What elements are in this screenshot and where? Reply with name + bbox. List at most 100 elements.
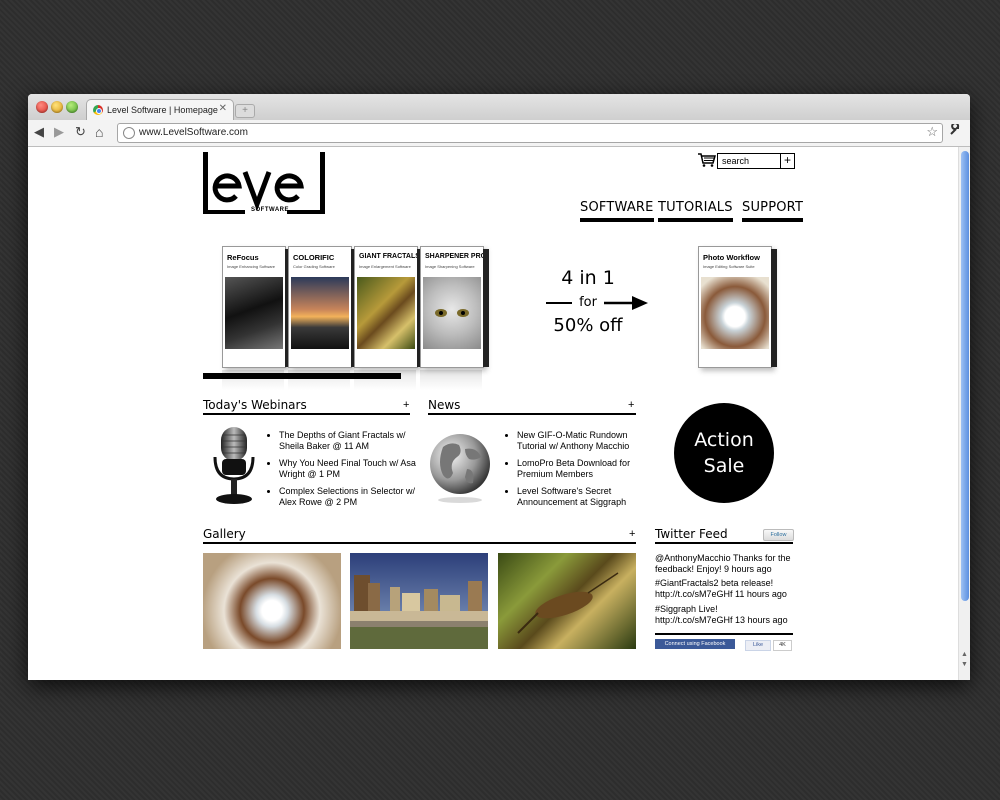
browser-window: Level Software | Homepage ✕ + ◀ ▶ ↻ ⌂ ww… [28, 94, 970, 680]
product-name: GIANT FRACTALS [359, 253, 420, 260]
news-expand-button[interactable]: + [628, 399, 634, 411]
product-photo [225, 277, 283, 349]
promo-underline [203, 373, 401, 379]
nav-support-label: SUPPORT [742, 200, 804, 215]
offer-line2: for [579, 295, 597, 310]
product-subtitle: Image Editing Software Suite [703, 264, 755, 269]
wrench-icon[interactable] [949, 122, 961, 139]
back-icon[interactable]: ◀ [34, 125, 44, 139]
webinar-item[interactable]: Complex Selections in Selector w/ Alex R… [279, 486, 429, 508]
webinar-item[interactable]: Why You Need Final Touch w/ Asa Wright @… [279, 458, 429, 480]
tweet: #Siggraph Live! http://t.co/sM7eGHf 13 h… [655, 604, 795, 626]
twitter-rule [655, 542, 793, 544]
vertical-scrollbar[interactable]: ▲ ▼ [958, 147, 970, 680]
home-icon[interactable]: ⌂ [95, 125, 103, 139]
facebook-like-button[interactable]: Like [745, 640, 771, 651]
globe-icon [123, 127, 135, 139]
webinar-item[interactable]: The Depths of Giant Fractals w/ Sheila B… [279, 430, 429, 452]
nav-tutorials-label: TUTORIALS [658, 200, 733, 215]
product-name: SHARPENER PRO [425, 253, 487, 260]
gallery-expand-button[interactable]: + [629, 528, 635, 540]
tweet: @AnthonyMacchio Thanks for the feedback!… [655, 553, 795, 575]
product-box-colorific[interactable]: COLORIFIC Color Grading Software [288, 246, 357, 390]
action-sale-button[interactable]: Action Sale [674, 403, 774, 503]
nav-software[interactable]: SOFTWARE [580, 200, 654, 222]
offer-line1: 4 in 1 [561, 267, 615, 289]
product-box-giant-fractals[interactable]: GIANT FRACTALS Image Enlargement Softwar… [354, 246, 423, 390]
bookmark-star-icon[interactable]: ☆ [926, 124, 938, 140]
page-viewport: SOFTWARE + SOFTWARE TUTORIALS SUPP [28, 147, 958, 680]
product-photo [357, 277, 415, 349]
gallery-rule [203, 542, 636, 544]
scroll-down-icon[interactable]: ▼ [961, 661, 968, 668]
offer-line3: 50% off [553, 315, 623, 336]
nav-underline [658, 218, 733, 222]
nav-underline [580, 218, 654, 222]
product-box-refocus[interactable]: ReFocus Image Enhancing Software [222, 246, 291, 390]
gallery-heading: Gallery [203, 527, 246, 541]
action-sale-line1: Action [694, 429, 754, 451]
bundle-offer[interactable]: 4 in 1 for 50% off [538, 267, 678, 347]
browser-titlebar: Level Software | Homepage ✕ + [28, 94, 970, 121]
scroll-up-icon[interactable]: ▲ [961, 651, 968, 658]
zoom-window-button[interactable] [66, 101, 78, 113]
action-sale-line2: Sale [703, 455, 745, 477]
minimize-window-button[interactable] [51, 101, 63, 113]
nav-underline [742, 218, 804, 222]
product-photo [423, 277, 481, 349]
level-logo[interactable]: SOFTWARE [203, 152, 329, 222]
logo-subtitle: SOFTWARE [251, 207, 289, 213]
product-photo [701, 277, 769, 349]
forward-icon[interactable]: ▶ [54, 125, 64, 139]
news-item[interactable]: LomoPro Beta Download for Premium Member… [517, 458, 657, 480]
product-photo [291, 277, 349, 349]
chrome-favicon-icon [93, 105, 103, 115]
product-name: Photo Workflow [703, 253, 760, 262]
product-subtitle: Image Enlargement Software [359, 264, 411, 269]
tab-title: Level Software | Homepage [107, 105, 218, 115]
webinars-list: The Depths of Giant Fractals w/ Sheila B… [266, 430, 429, 514]
url-text[interactable]: www.LevelSoftware.com [139, 127, 248, 138]
reload-icon[interactable]: ↻ [75, 125, 86, 139]
scrollbar-thumb[interactable] [961, 151, 969, 601]
news-heading: News [428, 398, 461, 412]
news-list: New GIF-O-Matic Rundown Tutorial w/ Anth… [504, 430, 657, 514]
tweet-handle[interactable]: #Siggraph [655, 604, 696, 614]
tweet-handle[interactable]: @AnthonyMacchio [655, 553, 731, 563]
tweet: #GiantFractals2 beta release! http://t.c… [655, 578, 795, 600]
twitter-heading: Twitter Feed [655, 527, 728, 541]
product-name: ReFocus [227, 253, 259, 262]
webinars-expand-button[interactable]: + [403, 399, 409, 411]
news-item[interactable]: Level Software's Secret Announcement at … [517, 486, 657, 508]
twitter-follow-button[interactable]: Follow [763, 529, 794, 541]
product-box-sharpener-pro[interactable]: SHARPENER PRO Image Sharpening Software [420, 246, 489, 390]
gallery-image-city-skyline[interactable] [350, 553, 488, 649]
nav-support[interactable]: SUPPORT [742, 200, 804, 222]
shopping-cart-icon[interactable] [698, 153, 716, 172]
close-window-button[interactable] [36, 101, 48, 113]
nav-tutorials[interactable]: TUTORIALS [658, 200, 733, 222]
twitter-bottom-rule [655, 633, 793, 635]
search-submit-button[interactable]: + [780, 154, 794, 168]
microphone-icon [211, 427, 257, 507]
globe-icon [429, 429, 491, 505]
news-rule [428, 413, 636, 415]
product-subtitle: Color Grading Software [293, 264, 335, 269]
product-subtitle: Image Sharpening Software [425, 264, 475, 269]
search-input[interactable] [718, 154, 780, 168]
browser-tab[interactable]: Level Software | Homepage ✕ [86, 99, 234, 121]
new-tab-button[interactable]: + [235, 104, 255, 118]
gallery-image-chandelier[interactable] [203, 553, 341, 649]
webinars-rule [203, 413, 410, 415]
nav-software-label: SOFTWARE [580, 200, 654, 215]
tab-close-icon[interactable]: ✕ [219, 103, 227, 114]
address-bar[interactable]: www.LevelSoftware.com ☆ [117, 123, 943, 143]
product-box-photo-workflow[interactable]: Photo Workflow Image Editing Software Su… [698, 246, 777, 370]
gallery-image-grasshopper[interactable] [498, 553, 636, 649]
news-item[interactable]: New GIF-O-Matic Rundown Tutorial w/ Anth… [517, 430, 657, 452]
facebook-like-count: 4K [773, 640, 792, 651]
tweet-handle[interactable]: #GiantFractals2 [655, 578, 719, 588]
webinars-heading: Today's Webinars [203, 398, 307, 412]
facebook-connect-button[interactable]: Connect using Facebook [655, 639, 735, 649]
product-name: COLORIFIC [293, 253, 335, 262]
